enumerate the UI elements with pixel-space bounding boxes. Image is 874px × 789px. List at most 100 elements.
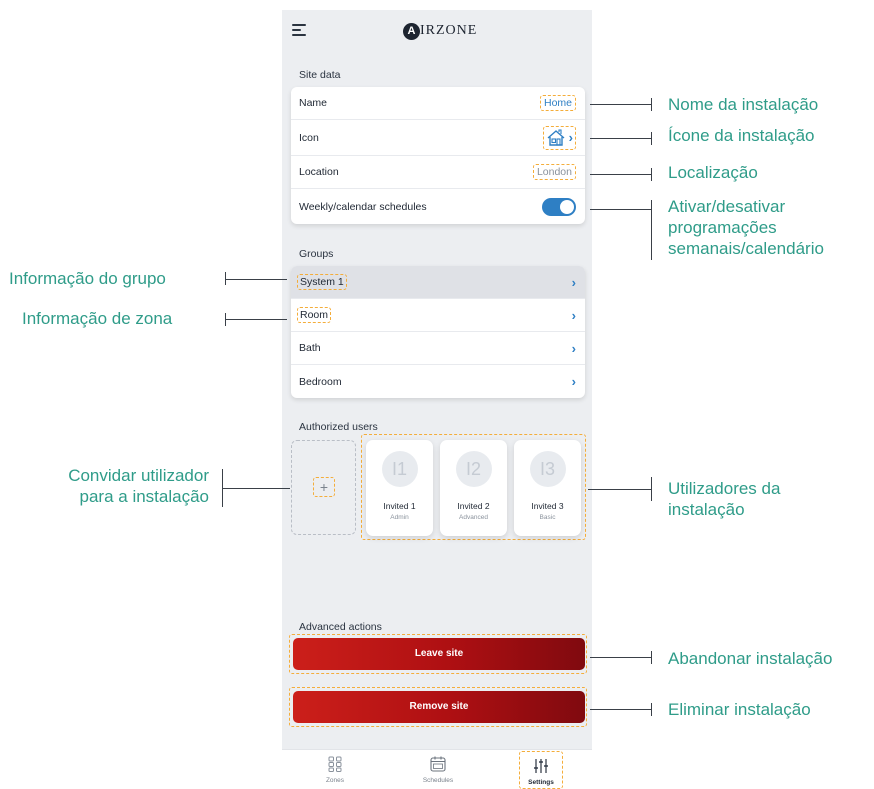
annotation-remove: Eliminar instalação (668, 700, 811, 719)
annotation-schedules: Ativar/desativar programações semanais/c… (668, 196, 824, 259)
callout-line (588, 489, 652, 490)
callout-line (222, 488, 290, 489)
callout-tick (651, 132, 652, 145)
sliders-icon (533, 758, 549, 774)
group-label: System 1 (297, 274, 347, 290)
zone-label: Room (297, 307, 332, 323)
site-name-row[interactable]: Name Home (291, 87, 585, 120)
site-icon-row[interactable]: Icon › (291, 120, 585, 156)
location-value[interactable]: London (532, 164, 576, 180)
annotation-line: para a instalação (79, 487, 209, 506)
user-card[interactable]: I3 Invited 3 Basic (514, 440, 581, 536)
user-name: Invited 3 (531, 501, 564, 511)
group-row-system-1[interactable]: System 1 › (291, 266, 585, 299)
users-list: I1 Invited 1 Admin I2 Invited 2 Advanced… (361, 434, 586, 540)
site-icon-selector[interactable]: › (542, 125, 576, 150)
groups-title: Groups (299, 248, 334, 260)
nav-schedules[interactable]: Schedules (403, 750, 473, 789)
callout-line (590, 138, 652, 139)
chevron-right-icon: › (571, 274, 576, 290)
nav-zones[interactable]: Zones (300, 750, 370, 789)
annotation-zone-info: Informação de zona (22, 309, 173, 328)
zone-row-bath[interactable]: Bath › (291, 332, 585, 365)
annotation-line: semanais/calendário (668, 239, 824, 258)
callout-line (590, 657, 652, 658)
remove-site-highlight: Remove site (289, 687, 587, 727)
brand-mark: A (403, 22, 420, 40)
site-data-title: Site data (299, 69, 341, 81)
callout-tick (651, 200, 652, 260)
callout-tick (651, 703, 652, 716)
user-name: Invited 2 (457, 501, 490, 511)
annotation-leave: Abandonar instalação (668, 649, 833, 668)
avatar: I3 (529, 451, 566, 487)
grid-icon (327, 756, 343, 772)
annotation-site-users: Utilizadores da instalação (668, 478, 780, 520)
zone-row-room[interactable]: Room › (291, 299, 585, 332)
user-name: Invited 1 (383, 501, 416, 511)
plus-icon: + (313, 477, 335, 497)
remove-site-button[interactable]: Remove site (293, 691, 585, 723)
invite-user-button[interactable]: + (291, 440, 356, 535)
annotation-line: Ativar/desativar (668, 197, 786, 216)
annotation-location: Localização (668, 163, 758, 182)
schedules-label: Weekly/calendar schedules (299, 200, 427, 213)
chevron-right-icon: › (571, 307, 576, 323)
zone-row-bedroom[interactable]: Bedroom › (291, 365, 585, 398)
callout-line (590, 709, 652, 710)
screenshot-canvas: A IRZONE Site data Name Home Icon › Loca… (0, 0, 874, 789)
brand-text: IRZONE (420, 23, 478, 38)
nav-label: Zones (325, 777, 345, 784)
annotation-group-info: Informação do grupo (9, 269, 166, 288)
location-row[interactable]: Location London (291, 156, 585, 189)
phone-screen: A IRZONE Site data Name Home Icon › Loca… (282, 10, 592, 789)
menu-icon[interactable] (292, 24, 306, 36)
nav-settings[interactable]: Settings (519, 751, 563, 789)
zone-label: Bedroom (299, 375, 342, 388)
chevron-right-icon: › (568, 130, 573, 145)
callout-line (590, 209, 652, 210)
house-icon (547, 128, 565, 146)
annotation-line: instalação (668, 500, 745, 519)
annotation-site-name: Nome da instalação (668, 95, 819, 114)
bottom-nav: Zones Schedules Settings (282, 749, 592, 789)
calendar-icon (430, 756, 446, 772)
callout-tick (651, 477, 652, 501)
zone-label: Bath (299, 342, 321, 354)
user-card[interactable]: I1 Invited 1 Admin (366, 440, 433, 536)
nav-label: Settings (528, 779, 554, 786)
groups-card: System 1 › Room › Bath › Bedroom › (291, 266, 585, 398)
brand-logo: A IRZONE (403, 21, 477, 41)
site-name-label: Name (299, 97, 328, 109)
callout-tick (651, 98, 652, 111)
callout-line (590, 104, 652, 105)
schedules-row: Weekly/calendar schedules (291, 189, 585, 224)
annotation-site-icon: Ícone da instalação (668, 126, 815, 145)
leave-site-highlight: Leave site (289, 634, 587, 674)
annotation-line: Utilizadores da (668, 479, 781, 498)
annotation-invite: Convidar utilizador para a instalação (33, 465, 209, 507)
callout-tick (651, 168, 652, 181)
leave-site-button[interactable]: Leave site (293, 638, 585, 670)
advanced-title: Advanced actions (299, 621, 382, 633)
callout-tick (651, 651, 652, 664)
user-role: Advanced (459, 514, 488, 521)
callout-line (590, 174, 652, 175)
chevron-right-icon: › (571, 374, 576, 389)
schedules-toggle[interactable] (542, 197, 576, 216)
user-card[interactable]: I2 Invited 2 Advanced (440, 440, 507, 536)
chevron-right-icon: › (571, 340, 576, 356)
site-name-value[interactable]: Home (539, 95, 576, 111)
nav-label: Schedules (422, 777, 454, 784)
annotation-line: Convidar utilizador (68, 466, 209, 485)
users-title: Authorized users (299, 421, 378, 433)
user-role: Admin (390, 514, 409, 521)
avatar: I2 (455, 451, 492, 487)
user-role: Basic (539, 514, 556, 521)
site-icon-label: Icon (299, 131, 319, 144)
top-bar: A IRZONE (282, 10, 592, 54)
location-label: Location (299, 166, 339, 178)
avatar: I1 (381, 451, 418, 487)
callout-line (225, 279, 287, 280)
annotation-line: programações (668, 218, 777, 237)
